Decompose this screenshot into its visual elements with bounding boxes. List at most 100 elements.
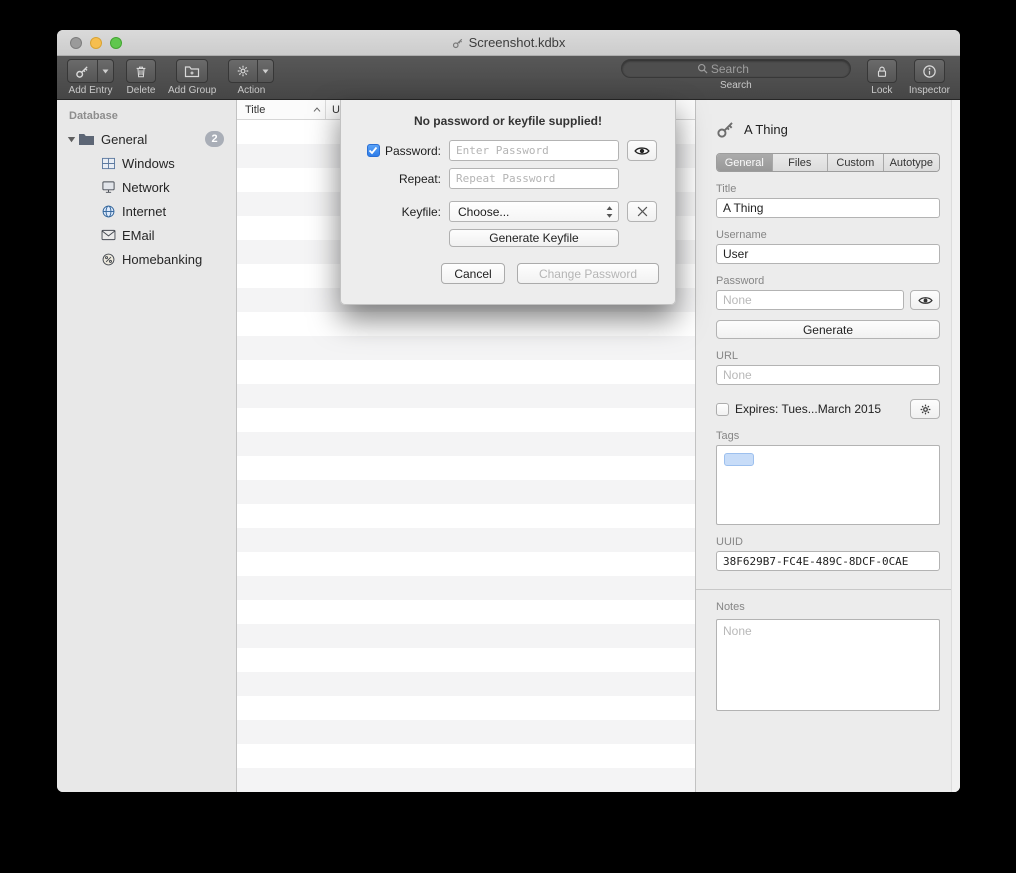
password-checkbox[interactable] (367, 144, 380, 157)
email-icon (101, 229, 116, 241)
delete-label: Delete (127, 85, 156, 96)
add-entry-button[interactable] (67, 59, 114, 83)
search-tool: Search (621, 59, 851, 91)
uuid-field[interactable] (716, 551, 940, 571)
lock-icon (875, 64, 889, 79)
sort-ascending-icon (313, 107, 321, 112)
column-header-title[interactable]: Title (237, 100, 325, 119)
document-key-icon (452, 37, 464, 49)
notes-field[interactable] (716, 619, 940, 711)
disclosure-triangle-icon[interactable] (65, 136, 78, 143)
column-title-label: Title (245, 104, 265, 116)
title-bar[interactable]: Screenshot.kdbx (57, 30, 960, 56)
traffic-lights (70, 37, 122, 49)
eye-icon (918, 295, 933, 306)
sidebar-item-homebanking[interactable]: Homebanking (57, 247, 236, 271)
minimize-button[interactable] (90, 37, 102, 49)
cancel-button[interactable]: Cancel (441, 263, 505, 284)
lock-button[interactable] (867, 59, 897, 83)
new-password-input[interactable] (449, 140, 619, 161)
password-field[interactable] (716, 290, 904, 310)
inspector-label: Inspector (909, 85, 950, 96)
key-plus-icon (68, 60, 97, 82)
toolbar: Add Entry Delete Add Group (57, 56, 960, 100)
sidebar-item-label: General (101, 132, 147, 147)
add-group-tool: Add Group (168, 59, 216, 96)
lock-tool: Lock (867, 59, 897, 96)
reveal-password-button[interactable] (627, 140, 657, 161)
expires-row: Expires: Tues...March 2015 (716, 399, 940, 419)
tab-custom[interactable]: Custom (827, 154, 883, 171)
sidebar-item-windows[interactable]: Windows (57, 151, 236, 175)
tab-files[interactable]: Files (772, 154, 828, 171)
url-field-label: URL (716, 350, 940, 362)
notes-field-label: Notes (716, 601, 940, 613)
tab-general[interactable]: General (717, 154, 772, 171)
info-icon (922, 64, 937, 79)
add-group-button[interactable] (176, 59, 208, 83)
close-button[interactable] (70, 37, 82, 49)
action-dropdown[interactable] (257, 60, 273, 82)
inspector-button[interactable] (914, 59, 945, 83)
inspector-tool: Inspector (909, 59, 950, 96)
lock-label: Lock (871, 85, 892, 96)
action-tool: Action (228, 59, 274, 96)
delete-button[interactable] (126, 59, 156, 83)
reveal-password-button[interactable] (910, 290, 940, 310)
clear-keyfile-button[interactable] (627, 201, 657, 222)
sidebar-item-general[interactable]: General 2 (57, 127, 236, 151)
sidebar-item-email[interactable]: EMail (57, 223, 236, 247)
password-field-label: Password (716, 275, 940, 287)
repeat-password-input[interactable] (449, 168, 619, 189)
delete-tool: Delete (126, 59, 156, 96)
expires-checkbox[interactable] (716, 403, 729, 416)
tab-autotype[interactable]: Autotype (883, 154, 939, 171)
zoom-button[interactable] (110, 37, 122, 49)
inspector-scrollbar[interactable] (951, 100, 960, 792)
dialog-buttons: Cancel Change Password (441, 263, 675, 284)
change-password-button[interactable]: Change Password (517, 263, 659, 284)
tags-field-label: Tags (716, 430, 940, 442)
search-input[interactable] (711, 62, 775, 76)
action-button[interactable] (228, 59, 274, 83)
add-entry-tool: Add Entry (67, 59, 114, 96)
sidebar-item-label: Windows (122, 156, 175, 171)
title-field[interactable] (716, 198, 940, 218)
inspector-panel: A Thing General Files Custom Autotype Ti… (696, 100, 960, 792)
sidebar-item-label: Homebanking (122, 252, 202, 267)
uuid-field-label: UUID (716, 536, 940, 548)
password-row-label: Password: (353, 144, 441, 158)
homebanking-icon (101, 252, 116, 267)
username-field-label: Username (716, 229, 940, 241)
search-field[interactable] (621, 59, 851, 78)
section-divider (696, 589, 960, 590)
dialog-form: Password: Repeat: (341, 140, 675, 189)
window-title: Screenshot.kdbx (452, 35, 566, 50)
search-icon (697, 63, 708, 74)
windows-icon (101, 157, 116, 170)
internet-icon (101, 204, 116, 219)
keyfile-row-label: Keyfile: (353, 205, 441, 219)
add-group-label: Add Group (168, 85, 216, 96)
expires-settings-button[interactable] (910, 399, 940, 419)
stepper-icon (605, 205, 614, 219)
generate-keyfile-button[interactable]: Generate Keyfile (449, 229, 619, 247)
tag-token[interactable] (724, 453, 754, 466)
url-field[interactable] (716, 365, 940, 385)
sidebar-item-network[interactable]: Network (57, 175, 236, 199)
keyfile-dropdown[interactable]: Choose... (449, 201, 619, 222)
column-header-username[interactable]: U (326, 104, 340, 116)
trash-icon (134, 64, 148, 79)
change-password-dialog: No password or keyfile supplied! Passwor… (340, 100, 676, 305)
gear-icon (919, 403, 932, 416)
tags-box[interactable] (716, 445, 940, 525)
sidebar: Database General 2 Windows (57, 100, 237, 792)
keyfile-form: Keyfile: Choose... Generate Keyfile (341, 201, 675, 247)
network-icon (101, 180, 116, 194)
repeat-row-label: Repeat: (353, 172, 441, 186)
add-entry-label: Add Entry (69, 85, 113, 96)
generate-password-button[interactable]: Generate (716, 320, 940, 339)
username-field[interactable] (716, 244, 940, 264)
add-entry-dropdown[interactable] (97, 60, 113, 82)
sidebar-item-internet[interactable]: Internet (57, 199, 236, 223)
